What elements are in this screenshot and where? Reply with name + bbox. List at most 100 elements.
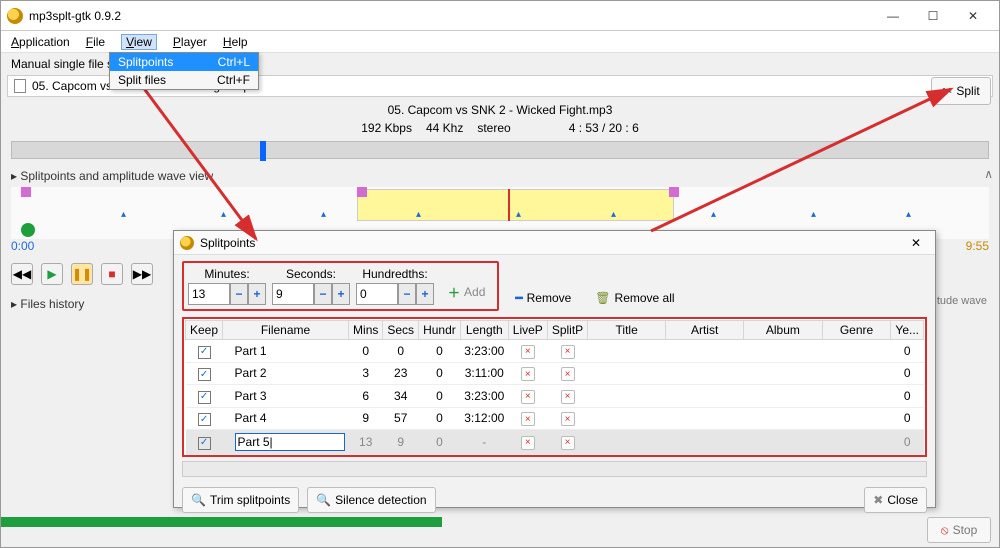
trim-button[interactable]: 🔍 Trim splitpoints <box>182 487 299 513</box>
menu-item-splitpoints[interactable]: Splitpoints Ctrl+L <box>110 53 258 71</box>
play-button[interactable]: ▶ <box>41 263 63 285</box>
seek-slider[interactable] <box>11 141 989 159</box>
split-button[interactable]: ✂ Split <box>931 77 991 105</box>
cell-splitp[interactable]: × <box>547 430 587 455</box>
x-icon[interactable]: × <box>521 436 535 450</box>
th-splitp[interactable]: SplitP <box>547 321 587 340</box>
cell-hundr[interactable]: 0 <box>419 430 461 455</box>
cell-livep[interactable]: × <box>508 385 547 408</box>
table-row[interactable]: ✓Part 10003:23:00××0 <box>186 340 924 363</box>
cell-splitp[interactable]: × <box>547 340 587 363</box>
cell-hundr[interactable]: 0 <box>419 385 461 408</box>
cell-secs[interactable]: 23 <box>383 362 419 385</box>
add-button[interactable]: ＋ Add <box>440 279 493 305</box>
minimize-button[interactable]: — <box>873 1 913 30</box>
menu-player[interactable]: Player <box>173 35 207 49</box>
cell-mins[interactable]: 3 <box>349 362 383 385</box>
minutes-decrement[interactable]: − <box>230 283 248 305</box>
cell-livep[interactable]: × <box>508 407 547 430</box>
cell-hundr[interactable]: 0 <box>419 407 461 430</box>
pause-button[interactable]: ❚❚ <box>71 263 93 285</box>
menu-item-splitfiles[interactable]: Split files Ctrl+F <box>110 71 258 89</box>
hundredths-input[interactable] <box>356 283 398 305</box>
dialog-titlebar[interactable]: Splitpoints ✕ <box>174 231 935 255</box>
th-secs[interactable]: Secs <box>383 321 419 340</box>
cell-splitp[interactable]: × <box>547 362 587 385</box>
hundredths-decrement[interactable]: − <box>398 283 416 305</box>
prev-button[interactable]: ◀◀ <box>11 263 33 285</box>
th-hundr[interactable]: Hundr <box>419 321 461 340</box>
cell-year[interactable]: 0 <box>891 362 924 385</box>
cell-livep[interactable]: × <box>508 430 547 455</box>
cell-filename[interactable] <box>223 430 349 455</box>
cell-livep[interactable]: × <box>508 362 547 385</box>
section-wave-header[interactable]: Splitpoints and amplitude wave view <box>1 165 999 187</box>
cell-secs[interactable]: 57 <box>383 407 419 430</box>
th-mins[interactable]: Mins <box>349 321 383 340</box>
next-button[interactable]: ▶▶ <box>131 263 153 285</box>
cell-hundr[interactable]: 0 <box>419 340 461 363</box>
cell-splitp[interactable]: × <box>547 407 587 430</box>
splitpoint-marker[interactable] <box>357 187 367 197</box>
cell-filename[interactable]: Part 2 <box>223 362 349 385</box>
cell-secs[interactable]: 9 <box>383 430 419 455</box>
th-artist[interactable]: Artist <box>666 321 744 340</box>
cell-year[interactable]: 0 <box>891 407 924 430</box>
x-icon[interactable]: × <box>521 412 535 426</box>
x-icon[interactable]: × <box>521 367 535 381</box>
seconds-decrement[interactable]: − <box>314 283 332 305</box>
menu-help[interactable]: Help <box>223 35 248 49</box>
th-filename[interactable]: Filename <box>223 321 349 340</box>
x-icon[interactable]: × <box>521 345 535 359</box>
th-livep[interactable]: LiveP <box>508 321 547 340</box>
cell-filename[interactable]: Part 1 <box>223 340 349 363</box>
stop-button[interactable]: ■ <box>101 263 123 285</box>
cell-filename[interactable]: Part 4 <box>223 407 349 430</box>
seconds-increment[interactable]: + <box>332 283 350 305</box>
collapse-icon[interactable]: ∧ <box>984 167 993 181</box>
x-icon[interactable]: × <box>561 390 575 404</box>
menu-view[interactable]: View <box>121 34 157 50</box>
th-length[interactable]: Length <box>460 321 508 340</box>
cell-mins[interactable]: 13 <box>349 430 383 455</box>
maximize-button[interactable]: ☐ <box>913 1 953 30</box>
filename-input[interactable] <box>235 433 345 451</box>
keep-checkbox[interactable]: ✓ <box>198 346 211 359</box>
x-icon[interactable]: × <box>561 367 575 381</box>
table-row[interactable]: ✓Part 232303:11:00××0 <box>186 362 924 385</box>
keep-checkbox[interactable]: ✓ <box>198 413 211 426</box>
seek-thumb[interactable] <box>260 141 266 161</box>
table-row[interactable]: ✓1390-××0 <box>186 430 924 455</box>
seconds-input[interactable] <box>272 283 314 305</box>
remove-all-button[interactable]: 🗑 Remove all <box>587 285 682 311</box>
th-album[interactable]: Album <box>744 321 822 340</box>
th-keep[interactable]: Keep <box>186 321 223 340</box>
dialog-close-button[interactable]: ✕ <box>903 233 929 253</box>
x-icon[interactable]: × <box>521 390 535 404</box>
menu-application[interactable]: Application <box>11 35 70 49</box>
keep-checkbox[interactable]: ✓ <box>198 437 211 450</box>
cell-year[interactable]: 0 <box>891 340 924 363</box>
footer-stop-button[interactable]: ⦸ Stop <box>927 517 991 543</box>
menu-file[interactable]: File <box>86 35 105 49</box>
th-title[interactable]: Title <box>588 321 666 340</box>
cell-splitp[interactable]: × <box>547 385 587 408</box>
close-button[interactable]: ✕ <box>953 1 993 30</box>
table-row[interactable]: ✓Part 363403:23:00××0 <box>186 385 924 408</box>
x-icon[interactable]: × <box>561 436 575 450</box>
keep-checkbox[interactable]: ✓ <box>198 391 211 404</box>
close-dialog-button[interactable]: ✖ Close <box>864 487 927 513</box>
table-row[interactable]: ✓Part 495703:12:00××0 <box>186 407 924 430</box>
cell-mins[interactable]: 9 <box>349 407 383 430</box>
minutes-input[interactable] <box>188 283 230 305</box>
horizontal-scrollbar[interactable] <box>182 461 927 477</box>
keep-checkbox[interactable]: ✓ <box>198 368 211 381</box>
x-icon[interactable]: × <box>561 412 575 426</box>
cell-livep[interactable]: × <box>508 340 547 363</box>
splitpoint-marker[interactable] <box>669 187 679 197</box>
silence-button[interactable]: 🔍 Silence detection <box>307 487 435 513</box>
cell-secs[interactable]: 0 <box>383 340 419 363</box>
splitpoint-marker[interactable] <box>21 187 31 197</box>
cell-secs[interactable]: 34 <box>383 385 419 408</box>
cell-filename[interactable]: Part 3 <box>223 385 349 408</box>
